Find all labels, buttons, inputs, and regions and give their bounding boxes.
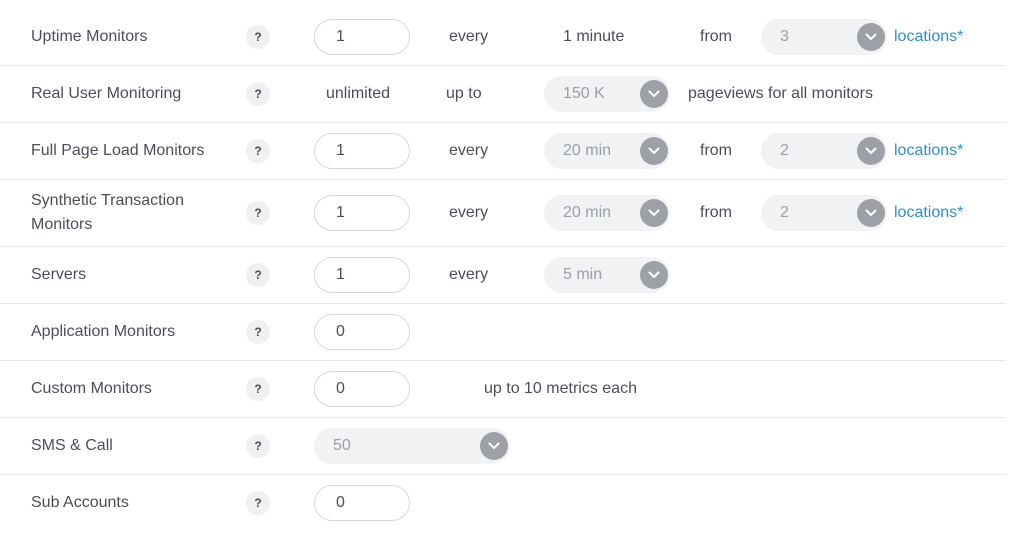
pageviews-select[interactable]: 150 K (544, 75, 670, 112)
row-application-monitors: Application Monitors ? (0, 303, 1006, 361)
locations-select[interactable]: 2 (761, 194, 887, 231)
help-icon[interactable]: ? (246, 433, 270, 458)
help-icon[interactable]: ? (246, 262, 270, 287)
every-label: every (449, 27, 489, 45)
interval-select[interactable]: 5 min (544, 256, 670, 293)
row-label: Uptime Monitors (31, 27, 148, 45)
help-icon[interactable]: ? (246, 81, 270, 106)
row-label: Synthetic Transaction Monitors (31, 191, 184, 233)
up-to-label: up to (446, 84, 482, 102)
chevron-down-icon (640, 136, 668, 165)
unlimited-text: unlimited (326, 84, 391, 102)
sub-accounts-count-input[interactable] (314, 484, 410, 521)
locations-link[interactable]: locations* (894, 142, 963, 160)
pageviews-suffix: pageviews for all monitors (688, 84, 873, 102)
interval-select[interactable]: 20 min (544, 132, 670, 169)
pageviews-select-value: 150 K (563, 84, 605, 102)
row-real-user-monitoring: Real User Monitoring ? unlimited up to 1… (0, 65, 1006, 123)
help-icon[interactable]: ? (246, 490, 270, 515)
row-uptime-monitors: Uptime Monitors ? every 1 minute from 3 … (0, 8, 1006, 66)
chevron-down-icon (480, 431, 508, 460)
help-icon[interactable]: ? (246, 138, 270, 163)
row-label: Application Monitors (31, 322, 176, 340)
row-servers: Servers ? every 5 min (0, 246, 1006, 304)
row-label: Real User Monitoring (31, 84, 182, 102)
interval-select-value: 20 min (563, 141, 612, 159)
row-label: SMS & Call (31, 436, 113, 454)
locations-select-value: 3 (780, 27, 789, 45)
help-icon[interactable]: ? (246, 376, 270, 401)
interval-select[interactable]: 20 min (544, 194, 670, 231)
sms-credits-select-value: 50 (333, 436, 351, 454)
locations-select[interactable]: 3 (761, 18, 887, 55)
synthetic-transaction-count-input[interactable] (314, 194, 410, 231)
chevron-down-icon (640, 260, 668, 289)
row-custom-monitors: Custom Monitors ? up to 10 metrics each (0, 360, 1006, 418)
row-label: Custom Monitors (31, 379, 152, 397)
application-monitors-count-input[interactable] (314, 313, 410, 350)
full-page-load-count-input[interactable] (314, 132, 410, 169)
chevron-down-icon (640, 198, 668, 227)
locations-select-value: 2 (780, 141, 789, 159)
locations-link[interactable]: locations* (894, 204, 963, 222)
row-sms-call: SMS & Call ? 50 (0, 417, 1006, 475)
chevron-down-icon (857, 198, 885, 227)
interval-select-value: 5 min (563, 265, 603, 283)
row-label: Sub Accounts (31, 493, 129, 511)
row-label: Servers (31, 265, 87, 283)
sms-credits-select[interactable]: 50 (314, 427, 510, 464)
every-label: every (449, 265, 489, 283)
from-label: from (700, 27, 732, 45)
row-synthetic-transaction-monitors: Synthetic Transaction Monitors ? every 2… (0, 179, 1006, 247)
from-label: from (700, 203, 732, 221)
interval-select-value: 20 min (563, 203, 612, 221)
locations-link[interactable]: locations* (894, 28, 963, 46)
help-icon[interactable]: ? (246, 24, 270, 49)
custom-monitors-count-input[interactable] (314, 370, 410, 407)
from-label: from (700, 141, 732, 159)
interval-text: 1 minute (563, 27, 625, 45)
row-sub-accounts: Sub Accounts ? (0, 474, 1006, 531)
metrics-note: up to 10 metrics each (484, 379, 637, 397)
row-label: Full Page Load Monitors (31, 141, 205, 159)
chevron-down-icon (640, 79, 668, 108)
row-full-page-load-monitors: Full Page Load Monitors ? every 20 min f… (0, 122, 1006, 180)
every-label: every (449, 141, 489, 159)
locations-select-value: 2 (780, 203, 789, 221)
servers-count-input[interactable] (314, 256, 410, 293)
locations-select[interactable]: 2 (761, 132, 887, 169)
chevron-down-icon (857, 136, 885, 165)
help-icon[interactable]: ? (246, 200, 270, 225)
help-icon[interactable]: ? (246, 319, 270, 344)
chevron-down-icon (857, 22, 885, 51)
every-label: every (449, 203, 489, 221)
uptime-monitors-count-input[interactable] (314, 18, 410, 55)
